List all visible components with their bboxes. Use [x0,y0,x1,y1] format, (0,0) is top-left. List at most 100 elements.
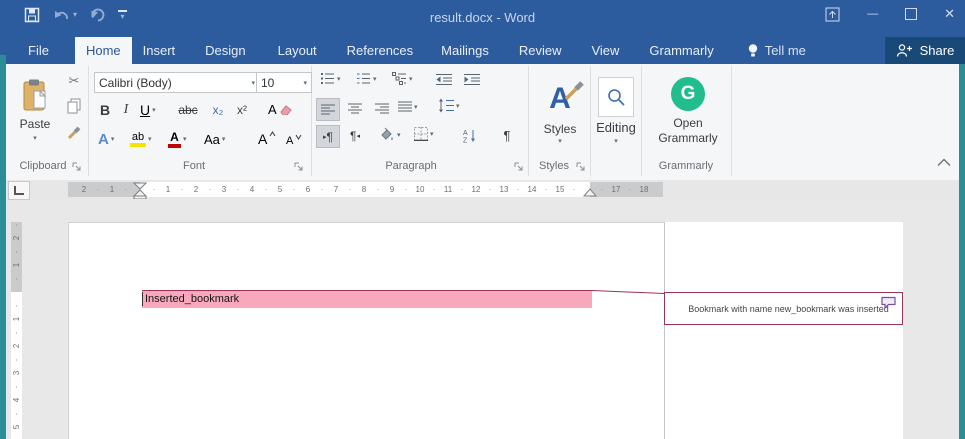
italic-button[interactable]: I [118,100,134,120]
align-right-button[interactable] [371,98,393,119]
comment-balloon[interactable]: Bookmark with name new_bookmark was inse… [664,292,903,325]
tab-home[interactable]: Home [75,37,132,64]
shrink-font-button[interactable]: A [286,130,302,152]
shading-button[interactable]: ▾ [378,127,401,142]
desktop-edge-left [0,55,6,439]
chevron-down-icon[interactable]: ▾ [222,135,226,143]
bold-button[interactable]: B [96,100,114,120]
increase-indent-button[interactable] [462,70,482,88]
highlight-letters: ab [132,131,144,143]
font-dialog-launcher[interactable] [294,162,304,172]
minimize-button[interactable]: — [867,8,878,20]
chevron-down-icon[interactable]: ▾ [148,135,152,143]
chevron-down-icon: ▾ [558,138,562,145]
left-indent-marker[interactable] [134,196,146,199]
grammarly-logo-icon: G [671,77,705,111]
chevron-down-icon[interactable]: ▾ [414,103,418,111]
chevron-down-icon[interactable]: ▾ [409,75,413,83]
subscript-button[interactable]: x₂ [208,100,228,120]
svg-text:Z: Z [463,138,468,144]
justify-button[interactable]: ▾ [398,101,418,113]
tell-me-button[interactable]: Tell me [737,37,816,64]
change-case-button[interactable]: Aa ▾ [204,128,225,150]
align-left-button[interactable] [316,98,340,121]
share-button[interactable]: Share [885,37,965,64]
clipboard-dialog-launcher[interactable] [72,162,82,172]
clear-formatting-button[interactable]: A [268,98,292,120]
align-left-icon [321,104,335,116]
chevron-down-icon[interactable]: ▾ [456,102,460,110]
grow-font-letter: A [258,131,267,147]
align-center-button[interactable] [344,98,366,119]
ribbon-display-options-icon[interactable] [825,7,840,22]
sort-button[interactable]: A Z [458,125,480,146]
font-name-combobox[interactable]: Calibri (Body) ▾ [94,72,260,93]
chevron-down-icon[interactable]: ▾ [152,106,156,114]
comment-icon[interactable] [880,296,897,309]
chevron-down-icon[interactable]: ▾ [337,75,341,83]
multilevel-list-icon [392,72,407,85]
open-grammarly-button[interactable]: G Open Grammarly [645,68,731,154]
chevron-down-icon[interactable]: ▾ [430,130,434,138]
decrease-indent-button[interactable] [434,70,454,88]
text-highlight-button[interactable]: ab ▾ [130,126,152,152]
cut-button[interactable]: ✂ [62,72,86,90]
multilevel-list-button[interactable]: ▾ [392,72,413,85]
first-line-indent-marker[interactable] [134,183,146,189]
font-color-bar [168,144,181,148]
chevron-down-icon[interactable]: ▾ [373,75,377,83]
numbered-list-icon [356,72,371,85]
paragraph-dialog-launcher[interactable] [514,162,524,172]
v-ruler[interactable]: 2112345········ [11,222,22,439]
grow-font-button[interactable]: A [258,128,276,150]
paste-button[interactable]: Paste ▾ [12,68,58,152]
chevron-down-icon[interactable]: ▾ [303,79,307,87]
window-title: result.docx - Word [0,10,965,25]
styles-brush-icon [563,80,585,102]
document-page[interactable] [68,222,664,439]
paste-dropdown-icon[interactable]: ▾ [33,135,37,142]
tab-layout[interactable]: Layout [267,37,328,64]
styles-dialog-launcher[interactable] [576,162,586,172]
collapse-ribbon-button[interactable] [936,158,952,167]
strikethrough-button[interactable]: abc [174,100,202,120]
tab-file[interactable]: File [14,37,63,64]
line-spacing-button[interactable]: ▾ [438,98,460,113]
inserted-bookmark-text[interactable]: Inserted_bookmark [142,291,592,308]
editing-button[interactable]: Editing ▾ [592,68,640,154]
close-button[interactable]: ✕ [944,6,955,22]
chevron-down-icon[interactable]: ▾ [183,135,187,143]
superscript-button[interactable]: x² [232,100,252,120]
chevron-down-icon[interactable]: ▾ [111,135,115,143]
numbering-button[interactable]: ▾ [356,72,377,85]
maximize-button[interactable] [905,8,917,20]
format-painter-button[interactable] [62,123,86,141]
text-effects-button[interactable]: A ▾ [98,128,114,150]
right-indent-marker[interactable] [584,189,596,196]
scissors-icon: ✂ [69,73,80,89]
tab-references[interactable]: References [336,37,424,64]
underline-button[interactable]: U ▾ [140,100,156,120]
tab-grammarly[interactable]: Grammarly [638,37,724,64]
tab-insert[interactable]: Insert [132,37,187,64]
borders-button[interactable]: ▾ [414,127,434,141]
tab-view[interactable]: View [580,37,630,64]
font-color-button[interactable]: A ▾ [168,126,187,152]
styles-gallery-button[interactable]: A Styles ▾ [532,68,588,154]
chevron-down-icon[interactable]: ▾ [251,79,255,87]
bullets-button[interactable]: ▾ [320,72,341,85]
tab-review[interactable]: Review [508,37,573,64]
tab-design[interactable]: Design [194,37,256,64]
hanging-indent-marker[interactable] [134,190,146,196]
show-paragraph-marks-button[interactable]: ¶ [496,125,518,146]
grammarly-letter: G [681,83,696,105]
copy-button[interactable] [62,97,86,115]
rtl-text-direction-button[interactable]: ¶◂ [344,125,366,146]
chevron-down-icon[interactable]: ▾ [397,131,401,139]
ltr-text-direction-button[interactable]: ▸¶ [316,125,340,148]
tab-stop-selector[interactable] [8,181,30,200]
paragraph-group-label: Paragraph [311,160,511,172]
eraser-icon [279,104,292,115]
font-size-combobox[interactable]: 10 ▾ [256,72,312,93]
tab-mailings[interactable]: Mailings [430,37,500,64]
